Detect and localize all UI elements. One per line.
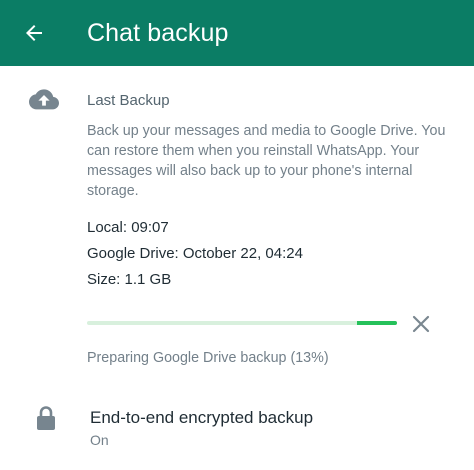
backup-progress-bar — [87, 321, 397, 325]
back-button[interactable] — [14, 13, 54, 53]
encrypted-backup-status: On — [90, 432, 109, 448]
app-bar: Chat backup — [0, 0, 474, 66]
backup-description: Back up your messages and media to Googl… — [87, 123, 446, 199]
backup-size: Size: 1.1 GB — [87, 271, 172, 288]
last-backup-heading: Last Backup — [87, 92, 170, 109]
progress-status: Preparing Google Drive backup (13%) — [87, 350, 329, 366]
arrow-left-icon — [26, 25, 42, 41]
backup-progress-fill — [356, 321, 397, 325]
page-title: Chat backup — [87, 19, 229, 47]
close-icon — [412, 315, 430, 333]
encrypted-backup-title: End-to-end encrypted backup — [90, 408, 314, 427]
cancel-backup-button[interactable] — [408, 311, 434, 337]
lock-icon — [37, 406, 55, 430]
local-backup-time: Local: 09:07 — [87, 219, 169, 236]
cloud-upload-icon — [29, 89, 59, 110]
encrypted-backup-setting[interactable]: End-to-end encrypted backup On — [0, 395, 474, 455]
google-drive-backup-time: Google Drive: October 22, 04:24 — [87, 245, 303, 262]
